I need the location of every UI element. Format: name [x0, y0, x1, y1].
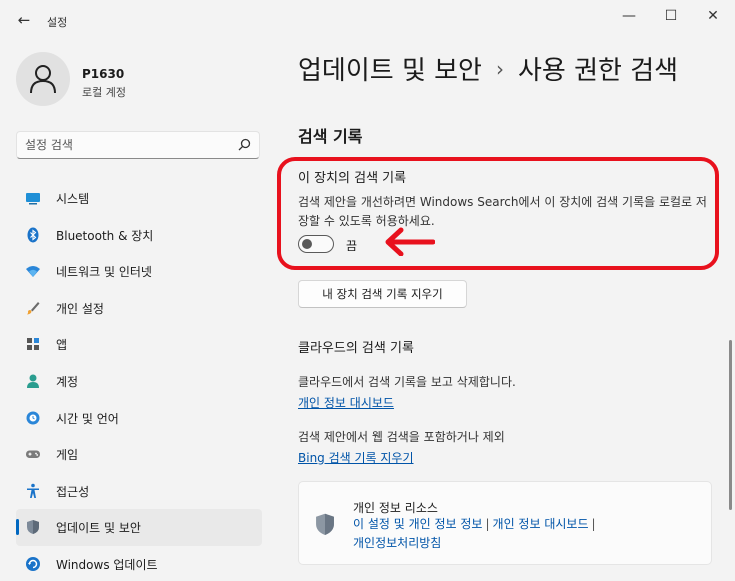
- red-arrow-icon: [385, 227, 435, 256]
- sidebar-item-label: 접근성: [56, 484, 90, 499]
- search-icon[interactable]: [238, 138, 251, 151]
- system-icon: [26, 193, 40, 205]
- clear-bing-history-link[interactable]: Bing 검색 기록 지우기: [298, 449, 414, 466]
- privacy-dashboard-link[interactable]: 개인 정보 대시보드: [298, 394, 394, 411]
- account-type: 로컬 계정: [82, 86, 126, 99]
- sidebar-item-label: 계정: [56, 374, 79, 389]
- window-title: 설정: [47, 16, 68, 29]
- sidebar-item-time-language[interactable]: 시간 및 언어: [16, 400, 262, 437]
- sidebar-item-windows-update[interactable]: Windows 업데이트: [16, 546, 262, 581]
- settings-search-box[interactable]: [16, 131, 260, 159]
- sidebar-item-label: 게임: [56, 448, 79, 463]
- sidebar-nav: 시스템 Bluetooth & 장치 네트워크 및 인터넷 개인 설정 앱 계정…: [16, 180, 262, 581]
- shield-icon: [316, 513, 334, 535]
- device-history-toggle[interactable]: [298, 235, 334, 253]
- sidebar-item-label: 시스템: [56, 192, 90, 206]
- cloud-history-title: 클라우드의 검색 기록: [298, 341, 414, 356]
- privacy-settings-info-link[interactable]: 이 설정 및 개인 정보 정보: [353, 517, 482, 531]
- privacy-resources-title: 개인 정보 리소스: [353, 501, 438, 515]
- sidebar-item-update-security[interactable]: 업데이트 및 보안: [16, 509, 262, 546]
- windows-update-icon: [26, 556, 40, 571]
- web-search-description: 검색 제안에서 웹 검색을 포함하거나 제외: [298, 430, 505, 444]
- sidebar-item-personalization[interactable]: 개인 설정: [16, 290, 262, 327]
- sidebar-item-label: Bluetooth & 장치: [56, 228, 154, 243]
- title-bar: ← 설정 — ☐ ✕: [0, 0, 735, 40]
- avatar: [16, 52, 70, 106]
- accessibility-icon: [27, 483, 39, 498]
- sidebar-item-gaming[interactable]: 게임: [16, 436, 262, 473]
- breadcrumb: 업데이트 및 보안 › 사용 권한 검색: [298, 50, 678, 87]
- sidebar-item-label: 시간 및 언어: [56, 411, 119, 426]
- person-icon: [30, 65, 56, 94]
- privacy-policy-link[interactable]: 개인정보처리방침: [353, 536, 441, 550]
- sidebar-item-label: 개인 설정: [56, 301, 104, 316]
- sidebar-item-label: 앱: [56, 338, 68, 353]
- sidebar-item-network[interactable]: 네트워크 및 인터넷: [16, 253, 262, 290]
- page-title: 사용 권한 검색: [517, 56, 679, 86]
- gaming-icon: [26, 450, 40, 459]
- privacy-resources-links: 이 설정 및 개인 정보 정보 | 개인 정보 대시보드 | 개인정보처리방침: [353, 515, 683, 553]
- sidebar-item-label: 네트워크 및 인터넷: [56, 265, 152, 280]
- minimize-icon[interactable]: —: [614, 6, 644, 26]
- search-input[interactable]: [25, 136, 225, 154]
- back-arrow-icon[interactable]: ←: [14, 10, 34, 30]
- brush-icon: [27, 301, 40, 315]
- sidebar-item-system[interactable]: 시스템: [16, 180, 262, 217]
- scrollbar[interactable]: [729, 340, 732, 510]
- link-separator: |: [591, 517, 596, 531]
- privacy-resources-card: 개인 정보 리소스 이 설정 및 개인 정보 정보 | 개인 정보 대시보드 | 개인정…: [298, 481, 712, 565]
- clear-device-history-button[interactable]: 내 장치 검색 기록 지우기: [298, 280, 467, 308]
- network-icon: [26, 266, 40, 278]
- device-history-title: 이 장치의 검색 기록: [298, 171, 407, 186]
- account-icon: [27, 374, 39, 388]
- cloud-description: 클라우드에서 검색 기록을 보고 삭제합니다.: [298, 375, 516, 389]
- bluetooth-icon: [27, 227, 39, 243]
- sidebar-item-accessibility[interactable]: 접근성: [16, 473, 262, 510]
- breadcrumb-separator: ›: [495, 57, 504, 81]
- breadcrumb-parent[interactable]: 업데이트 및 보안: [298, 56, 482, 86]
- sidebar-item-apps[interactable]: 앱: [16, 326, 262, 363]
- close-icon[interactable]: ✕: [698, 6, 728, 26]
- section-title: 검색 기록: [298, 127, 363, 146]
- sidebar-item-accounts[interactable]: 계정: [16, 363, 262, 400]
- device-history-description: 검색 제안을 개선하려면 Windows Search에서 이 장치에 검색 기…: [298, 195, 707, 228]
- sidebar-item-label: 업데이트 및 보안: [56, 521, 141, 536]
- privacy-dashboard-link[interactable]: 개인 정보 대시보드: [493, 517, 589, 531]
- sidebar-item-label: Windows 업데이트: [56, 557, 158, 572]
- user-name: P1630: [82, 67, 125, 81]
- shield-icon: [27, 520, 39, 535]
- maximize-icon[interactable]: ☐: [656, 6, 686, 26]
- link-separator: |: [485, 517, 490, 531]
- apps-icon: [27, 338, 39, 351]
- time-language-icon: [26, 411, 40, 425]
- toggle-state-label: 끔: [346, 239, 358, 253]
- sidebar-item-bluetooth[interactable]: Bluetooth & 장치: [16, 217, 262, 254]
